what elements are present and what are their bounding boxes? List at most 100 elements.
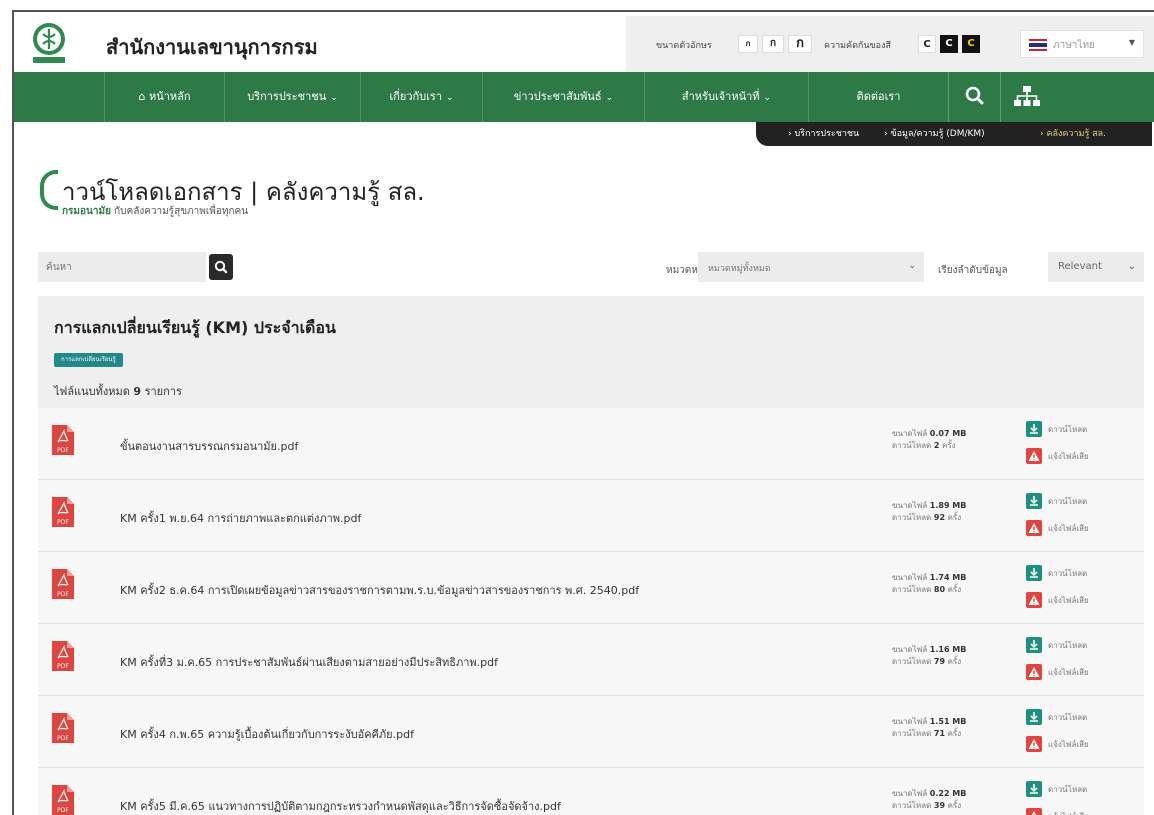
- breadcrumb-item-current: › คลังความรู้ สล.: [1040, 129, 1107, 139]
- site-title[interactable]: สำนักงานเลขานุการกรม: [106, 31, 318, 63]
- file-size: 1.74 MB: [929, 573, 967, 582]
- breadcrumb-item-dmkm[interactable]: › ข้อมูล/ความรู้ (DM/KM): [884, 122, 985, 146]
- svg-text:PDF: PDF: [57, 807, 69, 814]
- file-row: PDF KM ครั้ง4 ก.พ.65 ความรู้เบื้องต้นเกี…: [38, 696, 1144, 768]
- nav-staff[interactable]: สำหรับเจ้าหน้าที่ ⌄: [644, 72, 808, 122]
- warning-icon: [1026, 520, 1042, 536]
- pdf-file-icon: PDF: [52, 785, 74, 815]
- attachment-count: ไฟล์แนบทั้งหมด 9 รายการ: [54, 385, 182, 398]
- km-panel-header: การแลกเปลี่ยนเรียนรู้ (KM) ประจำเดือน กา…: [38, 296, 1144, 408]
- download-count: 80: [933, 585, 946, 594]
- warning-icon: [1026, 736, 1042, 752]
- nav-news-label: ข่าวประชาสัมพันธ์: [513, 90, 602, 103]
- thai-flag-icon: [1029, 39, 1047, 51]
- sitemap-icon: [1014, 86, 1040, 106]
- file-row: PDF ขั้นตอนงานสารบรรณกรมอนามัย.pdf ขนาดไ…: [38, 408, 1144, 480]
- category-tag[interactable]: การแลกเปลี่ยนเรียนรู้: [54, 353, 123, 367]
- nav-about-label: เกี่ยวกับเรา: [389, 90, 442, 103]
- file-size: 1.89 MB: [929, 501, 967, 510]
- download-icon: [1026, 565, 1042, 581]
- download-count: 39: [933, 801, 946, 810]
- svg-text:PDF: PDF: [57, 519, 69, 526]
- download-count: 71: [933, 729, 946, 738]
- file-name-link[interactable]: KM ครั้ง1 พ.ย.64 การถ่ายภาพและตกแต่งภาพ.…: [120, 509, 361, 527]
- language-label: ภาษาไทย: [1053, 40, 1095, 51]
- download-count: 79: [933, 657, 946, 666]
- file-name-link[interactable]: KM ครั้ง4 ก.พ.65 ความรู้เบื้องต้นเกี่ยวก…: [120, 725, 414, 743]
- file-name-link[interactable]: KM ครั้ง2 ธ.ค.64 การเปิดเผยข้อมูลข่าวสาร…: [120, 581, 639, 599]
- nav-staff-label: สำหรับเจ้าหน้าที่: [681, 90, 760, 103]
- chevron-down-icon: ▼: [1128, 38, 1135, 47]
- category-select[interactable]: หมวดหมู่ทั้งหมด ⌄: [698, 252, 924, 282]
- file-meta: ขนาดไฟล์ 0.07 MB ดาวน์โหลด 2 ครั้ง: [892, 429, 967, 450]
- contrast-yellow-button[interactable]: C: [962, 35, 980, 53]
- warning-icon: [1026, 664, 1042, 680]
- main-nav: ⌂ หน้าหลัก บริการประชาชน ⌄ เกี่ยวกับเรา ⌄ …: [14, 72, 1154, 122]
- pdf-file-icon: PDF: [52, 641, 74, 671]
- file-row: PDF KM ครั้ง5 มี.ค.65 แนวทางการปฏิบัติตา…: [38, 768, 1144, 815]
- page-subtitle: กรมอนามัย กับคลังความรู้สุขภาพเพื่อทุกคน: [62, 206, 249, 217]
- file-row: PDF KM ครั้งที่3 ม.ค.65 การประชาสัมพันธ์…: [38, 624, 1144, 696]
- file-meta: ขนาดไฟล์ 0.22 MB ดาวน์โหลด 39 ครั้ง: [892, 789, 967, 810]
- breadcrumb-item-services[interactable]: › บริการประชาชน: [788, 122, 859, 146]
- nav-contact[interactable]: ติดต่อเรา: [808, 72, 948, 122]
- category-value: หมวดหมู่ทั้งหมด: [708, 264, 771, 274]
- warning-icon: [1026, 592, 1042, 608]
- download-count: 92: [933, 513, 946, 522]
- file-size: 1.16 MB: [929, 645, 967, 654]
- file-meta: ขนาดไฟล์ 1.89 MB ดาวน์โหลด 92 ครั้ง: [892, 501, 967, 522]
- search-icon: [214, 260, 228, 274]
- nav-home[interactable]: ⌂ หน้าหลัก: [104, 72, 224, 122]
- contrast-normal-button[interactable]: C: [918, 35, 936, 53]
- file-meta: ขนาดไฟล์ 1.74 MB ดาวน์โหลด 80 ครั้ง: [892, 573, 967, 594]
- title-accent: [40, 170, 58, 210]
- download-icon: [1026, 781, 1042, 797]
- sort-label: เรียงลำดับข้อมูล: [938, 265, 1008, 276]
- download-icon: [1026, 637, 1042, 653]
- nav-news[interactable]: ข่าวประชาสัมพันธ์ ⌄: [482, 72, 644, 122]
- font-size-small-button[interactable]: ก: [738, 35, 758, 53]
- file-size: 0.22 MB: [929, 789, 967, 798]
- chevron-down-icon: ⌄: [605, 93, 614, 103]
- file-name-link[interactable]: KM ครั้งที่3 ม.ค.65 การประชาสัมพันธ์ผ่าน…: [120, 653, 498, 671]
- chevron-down-icon: ⌄: [330, 93, 338, 103]
- svg-text:PDF: PDF: [57, 591, 69, 598]
- font-size-large-button[interactable]: ก: [788, 35, 812, 53]
- warning-icon: [1026, 448, 1042, 464]
- download-icon: [1026, 493, 1042, 509]
- download-count: 2: [933, 441, 940, 450]
- nav-sitemap-button[interactable]: [1000, 72, 1052, 122]
- file-size: 1.51 MB: [929, 717, 967, 726]
- department-logo[interactable]: [27, 20, 71, 64]
- nav-contact-label: ติดต่อเรา: [856, 90, 901, 103]
- svg-text:PDF: PDF: [57, 447, 69, 454]
- file-name-link[interactable]: KM ครั้ง5 มี.ค.65 แนวทางการปฏิบัติตามกฎก…: [120, 797, 561, 815]
- font-size-label: ขนาดตัวอักษร: [656, 41, 712, 51]
- file-name-link[interactable]: ขั้นตอนงานสารบรรณกรมอนามัย.pdf: [120, 437, 298, 455]
- pdf-file-icon: PDF: [52, 425, 74, 455]
- font-size-medium-button[interactable]: ก: [762, 35, 784, 53]
- svg-text:PDF: PDF: [57, 663, 69, 670]
- svg-text:PDF: PDF: [57, 735, 69, 742]
- contrast-dark-button[interactable]: C: [940, 35, 958, 53]
- contrast-label: ความคัดกันของสี: [824, 41, 891, 51]
- nav-home-label: หน้าหลัก: [148, 90, 191, 103]
- accessibility-tools: ขนาดตัวอักษร ก ก ก ความคัดกันของสี C C C…: [626, 16, 1154, 72]
- language-select[interactable]: ภาษาไทย ▼: [1020, 30, 1144, 58]
- search-button[interactable]: [209, 254, 233, 280]
- sort-select[interactable]: Relevant ⌄: [1048, 252, 1144, 282]
- nav-search-button[interactable]: [948, 72, 1000, 122]
- search-input[interactable]: [38, 252, 206, 282]
- sort-value: Relevant: [1058, 261, 1102, 272]
- browser-page: สำนักงานเลขานุการกรม ขนาดตัวอักษร ก ก ก …: [12, 10, 1154, 815]
- breadcrumb: › บริการประชาชน › ข้อมูล/ความรู้ (DM/KM)…: [756, 122, 1152, 146]
- download-icon: [1026, 709, 1042, 725]
- nav-about[interactable]: เกี่ยวกับเรา ⌄: [360, 72, 482, 122]
- file-row: PDF KM ครั้ง2 ธ.ค.64 การเปิดเผยข้อมูลข่า…: [38, 552, 1144, 624]
- file-row: PDF KM ครั้ง1 พ.ย.64 การถ่ายภาพและตกแต่ง…: [38, 480, 1144, 552]
- search-icon: [965, 86, 984, 105]
- download-icon: [1026, 421, 1042, 437]
- pdf-file-icon: PDF: [52, 569, 74, 599]
- file-size: 0.07 MB: [929, 429, 967, 438]
- nav-services[interactable]: บริการประชาชน ⌄: [224, 72, 360, 122]
